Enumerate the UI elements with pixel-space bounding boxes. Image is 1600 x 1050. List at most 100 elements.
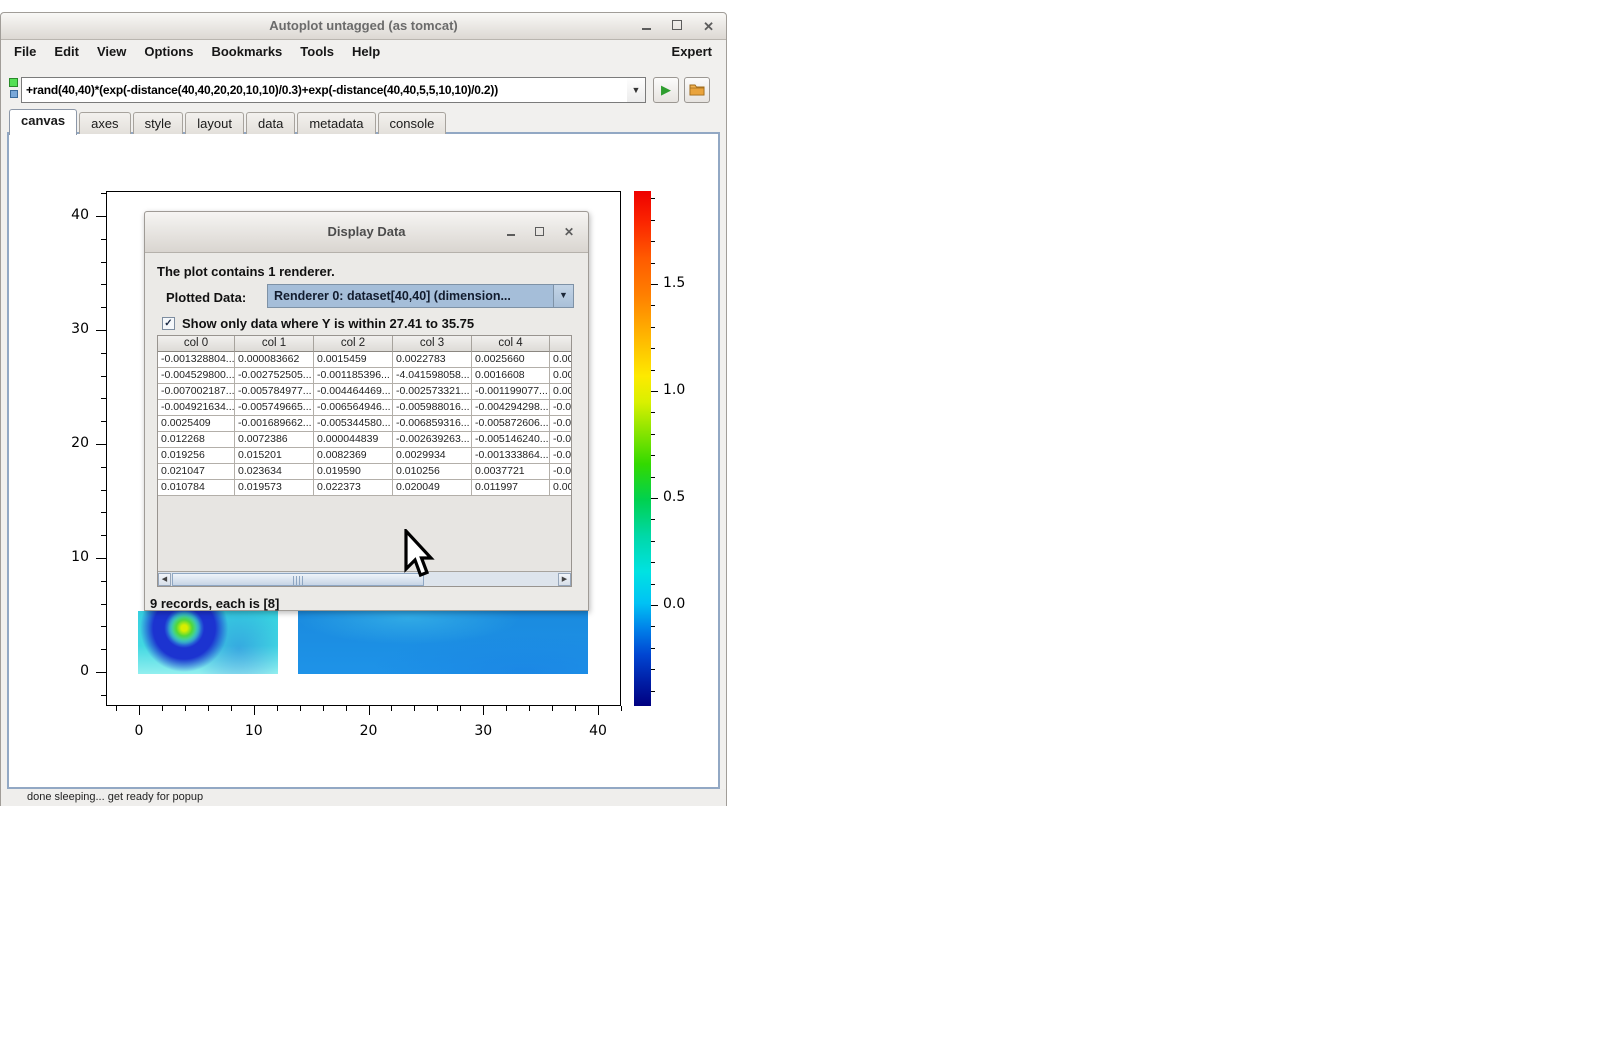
dialog-maximize-icon[interactable] <box>535 223 544 241</box>
filter-checkbox[interactable]: ✓ <box>162 317 175 330</box>
dialog-close-icon[interactable]: ✕ <box>564 226 574 239</box>
scroll-left-button[interactable]: ◀ <box>158 573 171 586</box>
window-title: Autoplot untagged (as tomcat) <box>1 13 726 39</box>
maximize-icon[interactable] <box>672 17 682 35</box>
table-cell: 0.0015459 <box>314 352 393 368</box>
tab-style[interactable]: style <box>133 112 184 134</box>
table-cell: 0.010256 <box>393 464 472 480</box>
display-data-dialog: Display Data ✕ The plot contains 1 rende… <box>144 211 589 611</box>
scrollbar-thumb[interactable] <box>172 573 424 586</box>
table-header-cell[interactable]: col 0 <box>158 336 235 352</box>
table-cell: -0.0 <box>550 432 572 448</box>
menu-file[interactable]: File <box>5 39 45 65</box>
table-cell: 0.022373 <box>314 480 393 496</box>
tab-axes[interactable]: axes <box>79 112 130 134</box>
tab-console[interactable]: console <box>378 112 447 134</box>
uri-bar: ▼ ▶ <box>1 65 726 109</box>
uri-input[interactable] <box>21 77 628 103</box>
table-cell: -0.0 <box>550 448 572 464</box>
menu-edit[interactable]: Edit <box>45 39 88 65</box>
minimize-icon[interactable] <box>642 17 651 35</box>
tab-bar: canvasaxesstylelayoutdatametadataconsole <box>9 109 446 134</box>
table-row[interactable]: 0.0210470.0236340.0195900.0102560.003772… <box>158 464 572 480</box>
table-cell: 0.0022783 <box>393 352 472 368</box>
table-cell: -0.005872606... <box>472 416 550 432</box>
table-cell: -0.006564946... <box>314 400 393 416</box>
scroll-right-button[interactable]: ▶ <box>558 573 571 586</box>
desktop: Autoplot untagged (as tomcat) ✕ FileEdit… <box>0 0 1600 1050</box>
menu-options[interactable]: Options <box>135 39 202 65</box>
table-cell: 0.0082369 <box>314 448 393 464</box>
table-cell: 0.023634 <box>235 464 314 480</box>
tab-data[interactable]: data <box>246 112 295 134</box>
menu-help[interactable]: Help <box>343 39 389 65</box>
uri-dropdown-button[interactable]: ▼ <box>627 77 646 103</box>
table-cell: -0.001689662... <box>235 416 314 432</box>
dialog-title-bar[interactable]: Display Data ✕ <box>145 212 588 253</box>
data-table-scrollpane: col 0col 1col 2col 3col 4 -0.001328804..… <box>157 335 572 587</box>
table-cell: -0.006859316... <box>393 416 472 432</box>
table-cell: -4.041598058... <box>393 368 472 384</box>
tab-metadata[interactable]: metadata <box>297 112 375 134</box>
table-cell: 0.0037721 <box>472 464 550 480</box>
table-cell: 0.0025660 <box>472 352 550 368</box>
title-bar[interactable]: Autoplot untagged (as tomcat) ✕ <box>1 13 726 40</box>
expert-toggle[interactable]: Expert <box>672 39 712 65</box>
table-cell: 0.0072386 <box>235 432 314 448</box>
table-cell: 0.012268 <box>158 432 235 448</box>
table-cell: 0.021047 <box>158 464 235 480</box>
table-cell: -0.005784977... <box>235 384 314 400</box>
arrow-left-icon: ◀ <box>162 576 167 583</box>
table-row[interactable]: -0.007002187...-0.005784977...-0.0044644… <box>158 384 572 400</box>
table-cell: 0.015201 <box>235 448 314 464</box>
table-row[interactable]: -0.004921634...-0.005749665...-0.0065649… <box>158 400 572 416</box>
table-cell: -0.005749665... <box>235 400 314 416</box>
table-cell: 0.011997 <box>472 480 550 496</box>
plotted-data-value: Renderer 0: dataset[40,40] (dimension... <box>274 285 553 307</box>
menu-bookmarks[interactable]: Bookmarks <box>202 39 291 65</box>
tab-canvas[interactable]: canvas <box>9 109 77 135</box>
table-cell: -0.005344580... <box>314 416 393 432</box>
plot-go-button[interactable]: ▶ <box>653 77 679 103</box>
status-led-blue-icon <box>10 90 18 98</box>
table-cell: 0.00 <box>550 352 572 368</box>
table-cell: 0.019256 <box>158 448 235 464</box>
table-row[interactable]: 0.0122680.00723860.000044839-0.002639263… <box>158 432 572 448</box>
table-row[interactable]: 0.0107840.0195730.0223730.0200490.011997… <box>158 480 572 496</box>
status-bar: done sleeping... get ready for popup <box>1 789 726 806</box>
table-cell: -0.005146240... <box>472 432 550 448</box>
table-header-cell[interactable]: col 3 <box>393 336 472 352</box>
tab-layout[interactable]: layout <box>185 112 244 134</box>
table-cell: -0.0 <box>550 464 572 480</box>
table-cell: -0.004464469... <box>314 384 393 400</box>
table-row[interactable]: -0.001328804...0.0000836620.00154590.002… <box>158 352 572 368</box>
table-cell: -0.005988016... <box>393 400 472 416</box>
table-cell: 0.0016608 <box>472 368 550 384</box>
table-cell: 0.00 <box>550 384 572 400</box>
table-cell: -0.0 <box>550 400 572 416</box>
table-header-cell[interactable]: col 4 <box>472 336 550 352</box>
plotted-data-select[interactable]: Renderer 0: dataset[40,40] (dimension...… <box>267 284 574 308</box>
table-cell: -0.001185396... <box>314 368 393 384</box>
inspect-uri-button[interactable] <box>684 77 710 103</box>
grip-icon <box>293 576 303 585</box>
autoplot-window: Autoplot untagged (as tomcat) ✕ FileEdit… <box>0 12 727 806</box>
table-header-cell[interactable]: col 2 <box>314 336 393 352</box>
table-row[interactable]: 0.0025409-0.001689662...-0.005344580...-… <box>158 416 572 432</box>
arrow-right-icon: ▶ <box>562 576 567 583</box>
table-row[interactable]: 0.0192560.0152010.00823690.0029934-0.001… <box>158 448 572 464</box>
table-cell: -0.001328804... <box>158 352 235 368</box>
table-cell: 0.010784 <box>158 480 235 496</box>
close-icon[interactable]: ✕ <box>703 20 714 33</box>
plotted-data-label: Plotted Data: <box>166 290 246 305</box>
table-header-cell[interactable]: col 1 <box>235 336 314 352</box>
menu-tools[interactable]: Tools <box>291 39 343 65</box>
table-row[interactable]: -0.004529800...-0.002752505...-0.0011853… <box>158 368 572 384</box>
table-cell: -0.004921634... <box>158 400 235 416</box>
table-header-cell[interactable] <box>550 336 572 352</box>
menu-view[interactable]: View <box>88 39 135 65</box>
records-summary: 9 records, each is [8] <box>150 596 279 611</box>
dialog-minimize-icon[interactable] <box>507 223 515 241</box>
table-cell: 0.00 <box>550 480 572 496</box>
horizontal-scrollbar[interactable]: ◀ ▶ <box>158 571 571 586</box>
